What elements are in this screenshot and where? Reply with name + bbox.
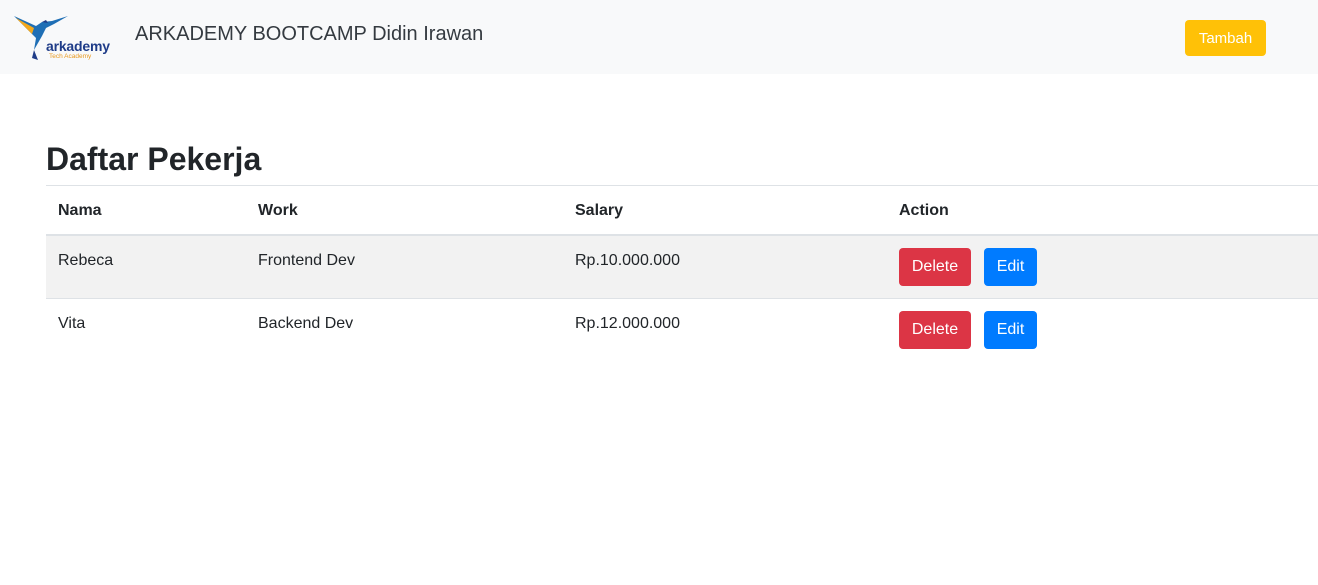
cell-nama: Vita — [58, 315, 86, 332]
arkademy-logo[interactable]: arkademy Tech Academy — [12, 12, 116, 64]
edit-button[interactable]: Edit — [984, 311, 1037, 349]
navbar: arkademy Tech Academy ARKADEMY BOOTCAMP … — [0, 0, 1318, 74]
table-header-border — [46, 234, 1318, 236]
cell-salary: Rp.10.000.000 — [575, 252, 680, 269]
add-button[interactable]: Tambah — [1185, 20, 1266, 56]
edit-button[interactable]: Edit — [984, 248, 1037, 286]
cell-salary: Rp.12.000.000 — [575, 315, 680, 332]
logo-tagline: Tech Academy — [49, 53, 92, 60]
column-header-action: Action — [899, 202, 949, 219]
cell-work: Backend Dev — [258, 315, 354, 332]
cell-nama: Rebeca — [58, 252, 114, 269]
delete-button[interactable]: Delete — [899, 311, 971, 349]
table-row — [46, 236, 1318, 298]
logo-wordmark: arkademy — [46, 38, 110, 54]
row-divider — [46, 298, 1318, 299]
delete-button[interactable]: Delete — [899, 248, 971, 286]
app-title[interactable]: ARKADEMY BOOTCAMP Didin Irawan — [135, 23, 483, 46]
page-title: Daftar Pekerja — [46, 141, 262, 177]
column-header-salary: Salary — [575, 202, 624, 219]
column-header-work: Work — [258, 202, 298, 219]
table-top-border — [46, 185, 1318, 186]
column-header-nama: Nama — [58, 202, 102, 219]
cell-work: Frontend Dev — [258, 252, 355, 269]
